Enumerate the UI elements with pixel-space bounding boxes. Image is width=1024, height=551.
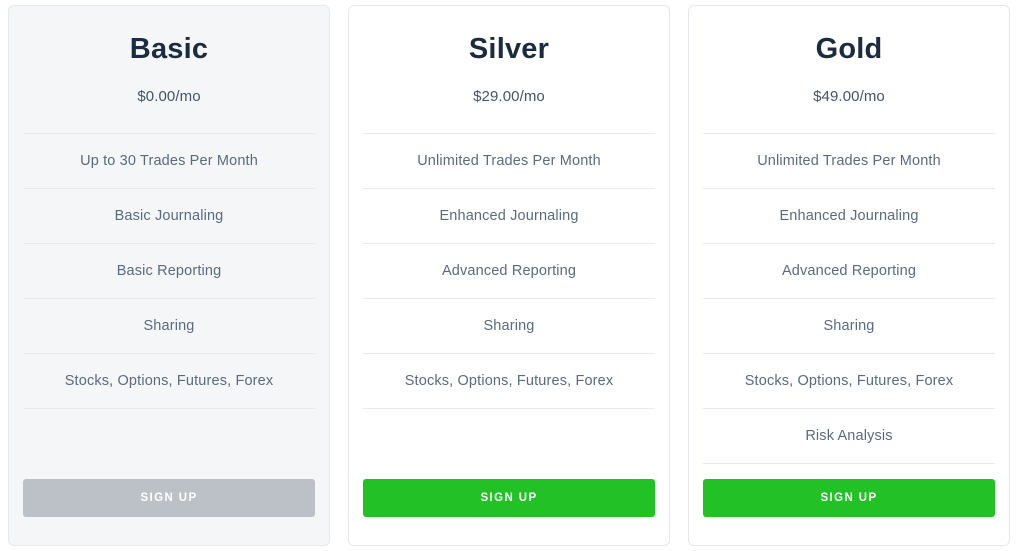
cta-area-basic: SIGN UP [9, 479, 329, 545]
signup-button-basic: SIGN UP [23, 479, 315, 517]
pricing-plans-grid: Basic $0.00/mo Up to 30 Trades Per Month Ba… [0, 0, 1024, 551]
plan-header-gold: Gold $49.00/mo [689, 6, 1009, 106]
feature-row: Basic Journaling [23, 187, 315, 243]
feature-row: Stocks, Options, Futures, Forex [23, 352, 315, 409]
plan-card-gold: Gold $49.00/mo Unlimited Trades Per Month E… [688, 5, 1010, 546]
plan-header-silver: Silver $29.00/mo [349, 6, 669, 106]
plan-price-gold: $49.00/mo [813, 87, 885, 105]
feature-row: Sharing [703, 297, 995, 353]
feature-row: Advanced Reporting [703, 242, 995, 298]
feature-row: Stocks, Options, Futures, Forex [703, 352, 995, 408]
plan-price-silver: $29.00/mo [473, 87, 545, 105]
plan-price-basic: $0.00/mo [137, 87, 201, 105]
signup-button-silver[interactable]: SIGN UP [363, 479, 655, 517]
feature-row: Up to 30 Trades Per Month [23, 132, 315, 188]
plan-title-silver: Silver [468, 33, 550, 65]
cta-area-gold: SIGN UP [689, 479, 1009, 545]
plan-header-basic: Basic $0.00/mo [9, 6, 329, 106]
feature-row: Advanced Reporting [363, 242, 655, 298]
plan-card-basic: Basic $0.00/mo Up to 30 Trades Per Month Ba… [8, 5, 330, 546]
feature-row: Sharing [23, 297, 315, 353]
feature-row: Basic Reporting [23, 242, 315, 298]
feature-list-silver: Unlimited Trades Per Month Enhanced Journ… [363, 132, 655, 409]
plan-title-gold: Gold [815, 33, 883, 65]
feature-row: Unlimited Trades Per Month [703, 132, 995, 188]
feature-row: Stocks, Options, Futures, Forex [363, 352, 655, 409]
feature-row: Risk Analysis [703, 407, 995, 464]
plan-title-basic: Basic [129, 33, 209, 65]
plan-card-silver: Silver $29.00/mo Unlimited Trades Per Mont… [348, 5, 670, 546]
cta-area-silver: SIGN UP [349, 479, 669, 545]
feature-row: Unlimited Trades Per Month [363, 132, 655, 188]
feature-row: Enhanced Journaling [363, 187, 655, 243]
feature-list-gold: Unlimited Trades Per Month Enhanced Journ… [703, 132, 995, 464]
signup-button-gold[interactable]: SIGN UP [703, 479, 995, 517]
feature-list-basic: Up to 30 Trades Per Month Basic Journalin… [23, 132, 315, 409]
feature-row: Enhanced Journaling [703, 187, 995, 243]
feature-row: Sharing [363, 297, 655, 353]
